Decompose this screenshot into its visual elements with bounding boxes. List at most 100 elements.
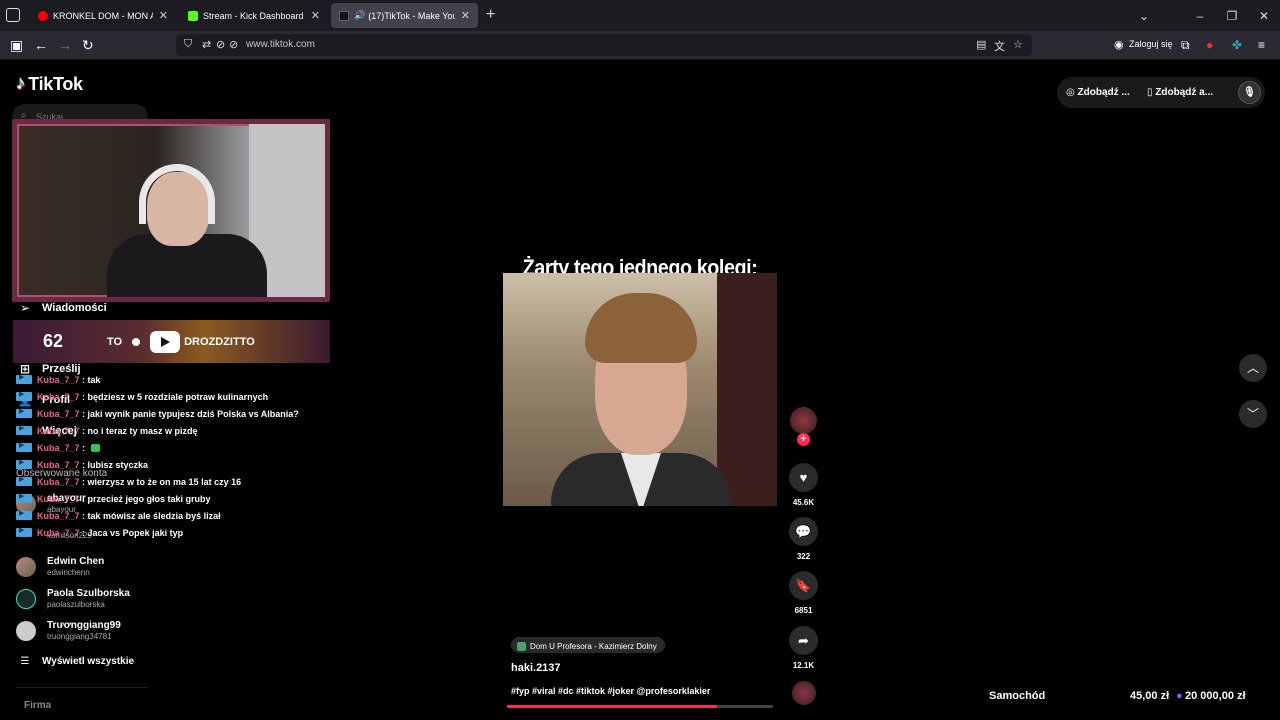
banner-to: TO	[107, 335, 123, 348]
speaker-icon[interactable]: 🔊	[354, 10, 365, 21]
reader-view-icon[interactable]: ▤	[976, 38, 986, 51]
extension-red-icon[interactable]: ●	[1206, 38, 1213, 52]
url-bar[interactable]: ⛉ ⇄ ⊘ ⊘ www.tiktok.com ▤ 文 ☆	[176, 34, 1032, 56]
share-button[interactable]: ➦ 12.1K	[788, 626, 819, 670]
account-icon[interactable]: ◉	[1114, 38, 1124, 51]
chat-message: Kuba_7_7 : lubisz styczka	[16, 458, 148, 471]
show-all-label: Wyświetl wszystkie	[42, 656, 135, 667]
chat-user: Kuba_7_7	[37, 493, 80, 504]
permissions-icon[interactable]: ⇄	[202, 38, 211, 51]
url-text: www.tiktok.com	[246, 39, 315, 50]
browser-tab-kick[interactable]: Stream - Kick Dashboard ✕	[180, 3, 328, 28]
video-progress-bar[interactable]	[507, 705, 773, 708]
close-window-button[interactable]: ✕	[1248, 9, 1280, 23]
tab-title: KRONKEL DOM - MON AMI - Y	[53, 10, 153, 21]
kick-icon	[188, 10, 198, 21]
tiktok-logo[interactable]: ♪ TikTok	[16, 73, 83, 95]
donation-separator: ●	[1176, 690, 1183, 702]
sidebar-divider	[16, 687, 148, 688]
video-author[interactable]: haki.2137	[511, 662, 561, 674]
stream-banner: 62 TO DROZDZITTO	[13, 320, 330, 363]
account-handle: paolaszulborska	[47, 600, 105, 609]
chat-message: Kuba_7_7 : przecież jego głos taki gruby	[16, 492, 211, 505]
shield-icon[interactable]: ⛉	[184, 38, 192, 51]
like-button[interactable]: ♥ 45.6K	[788, 463, 819, 507]
tab-overflow-icon[interactable]: ⌄	[1128, 9, 1160, 23]
window-controls: ⌄ – ❐ ✕	[1128, 0, 1280, 31]
comment-button[interactable]: 💬 322	[788, 517, 819, 561]
headphones	[139, 164, 215, 224]
browser-tab-tiktok[interactable]: 🔊 (17)TikTok - Make Your Day ✕	[331, 3, 478, 28]
close-tab-icon[interactable]: ✕	[461, 9, 470, 22]
chat-text: lubisz styczka	[87, 459, 149, 470]
media-blocked-icon[interactable]: ⊘	[216, 38, 225, 51]
extension-blue-icon[interactable]: ✤	[1232, 38, 1242, 52]
chat-text: tak mówisz ale śledzia byś lizał	[87, 510, 221, 521]
save-button[interactable]: 🔖 6851	[788, 571, 819, 615]
chat-text: będziesz w 5 rozdziale potraw kulinarnyc…	[87, 391, 269, 402]
browser-tab-youtube[interactable]: KRONKEL DOM - MON AMI - Y ✕	[30, 3, 176, 28]
donation-goal: 20 000,00 zł	[1185, 690, 1246, 702]
next-video-button[interactable]: ﹀	[1239, 400, 1267, 428]
chat-message: Kuba_7_7 :	[16, 441, 100, 454]
translate-icon[interactable]: 文	[994, 38, 1005, 54]
get-app-button[interactable]: ▯ Zdobądź a...	[1147, 87, 1213, 98]
tab-list-icon[interactable]	[6, 8, 20, 22]
chat-user: Kuba_7_7	[37, 510, 80, 521]
tiktok-note-icon: ♪	[16, 73, 26, 94]
sound-avatar[interactable]	[792, 681, 816, 705]
music-tag[interactable]: Dom U Profesora - Kazimierz Dolny	[511, 637, 665, 653]
followed-account[interactable]: Trươnggiang99 truonggiang34781	[16, 620, 121, 641]
youtube-icon	[38, 10, 48, 21]
browser-tab-bar: KRONKEL DOM - MON AMI - Y ✕ Stream - Kic…	[0, 0, 1280, 31]
reload-button[interactable]: ↻	[82, 37, 94, 53]
extensions-icon[interactable]: ⧉	[1181, 38, 1190, 53]
chat-user: Kuba_7_7	[37, 442, 80, 453]
video-player[interactable]	[503, 273, 777, 506]
profile-avatar[interactable]: 🎙	[1238, 81, 1261, 104]
account-name: Edwin Chen	[47, 556, 105, 567]
like-count: 45.6K	[792, 498, 815, 507]
kick-badge-icon	[16, 458, 32, 469]
get-app-pill: ◎ Zdobądź ... ▯ Zdobądź a... 🎙	[1057, 77, 1265, 108]
previous-video-button[interactable]: ︿	[1239, 354, 1267, 382]
menu-icon[interactable]: ≡	[1258, 38, 1265, 52]
maximize-button[interactable]: ❐	[1216, 9, 1248, 23]
chat-text: tak	[87, 374, 101, 385]
sidebar-toggle-icon[interactable]: ▣	[10, 37, 23, 53]
account-name: Paola Szulborska	[47, 588, 130, 599]
kick-badge-icon	[16, 407, 32, 418]
sidebar-item-messages[interactable]: ➢ Wiadomości	[16, 301, 107, 315]
banner-number: 62	[43, 331, 64, 351]
get-coins-button[interactable]: ◎ Zdobądź ...	[1066, 87, 1130, 98]
login-button[interactable]: Zaloguj się	[1129, 39, 1173, 49]
chat-message: Kuba_7_7 : będziesz w 5 rozdziale potraw…	[16, 390, 268, 403]
browser-nav-bar: ▣ ← → ↻ ⛉ ⇄ ⊘ ⊘ www.tiktok.com ▤ 文 ☆ ◉ Z…	[0, 31, 1280, 60]
new-tab-button[interactable]: +	[486, 6, 495, 24]
chat-message: Kuba_7_7 : jaki wynik panie typujesz dzi…	[16, 407, 299, 420]
donation-goal-label: Samochód	[989, 690, 1046, 702]
chat-message: Kuba_7_7 : wierzysz w to że on ma 15 lat…	[16, 475, 241, 488]
close-tab-icon[interactable]: ✕	[159, 9, 168, 22]
kick-badge-icon	[16, 526, 32, 537]
chat-text: przecież jego głos taki gruby	[87, 493, 211, 504]
comment-count: 322	[796, 552, 811, 561]
minimize-button[interactable]: –	[1184, 9, 1216, 23]
webcam-overlay	[12, 119, 330, 302]
autoplay-blocked-icon[interactable]: ⊘	[229, 38, 238, 51]
footer-company-link[interactable]: Firma	[24, 700, 51, 711]
chat-message: Kuba_7_7 : tak	[16, 373, 101, 386]
followed-account[interactable]: Edwin Chen edwinchenn	[16, 556, 104, 577]
bookmark-icon: 🔖	[789, 571, 818, 600]
avatar	[16, 556, 36, 577]
followed-account[interactable]: Paola Szulborska paolaszulborska	[16, 588, 130, 609]
author-avatar[interactable]	[790, 407, 817, 434]
bookmark-star-icon[interactable]: ☆	[1013, 38, 1023, 51]
show-all-button[interactable]: ☰ Wyświetl wszystkie	[16, 656, 135, 667]
close-tab-icon[interactable]: ✕	[311, 9, 320, 22]
forward-button[interactable]: →	[58, 37, 72, 53]
kick-badge-icon	[16, 373, 32, 384]
account-name: Trươnggiang99	[47, 620, 121, 631]
follow-plus-icon[interactable]: +	[797, 433, 810, 446]
back-button[interactable]: ←	[34, 37, 48, 53]
